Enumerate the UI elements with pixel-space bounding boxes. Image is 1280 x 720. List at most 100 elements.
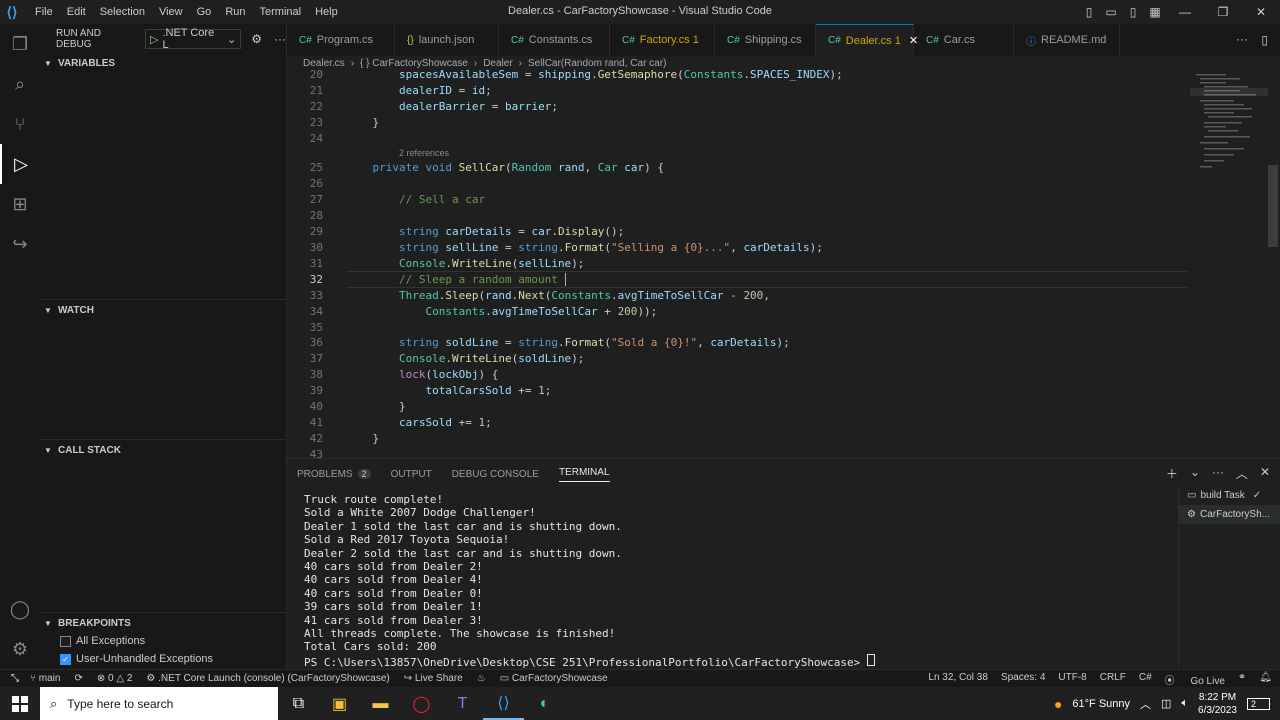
- more-actions-icon[interactable]: ···: [1236, 32, 1248, 46]
- search-icon[interactable]: ⌕: [0, 64, 40, 104]
- live-share-indicator[interactable]: ↪ Live Share: [404, 673, 463, 684]
- breadcrumb-namespace[interactable]: { } CarFactoryShowcase: [360, 58, 468, 69]
- chevron-up-icon[interactable]: ︿: [1140, 696, 1151, 712]
- manage-gear-icon[interactable]: ⚙: [0, 629, 40, 669]
- store-icon[interactable]: ▣: [319, 687, 360, 720]
- tab-debug-console[interactable]: DEBUG CONSOLE: [452, 469, 539, 480]
- code-editor[interactable]: 20 spacesAvailableSem = shipping.GetSema…: [287, 70, 1280, 458]
- network-icon[interactable]: ◫: [1161, 697, 1171, 710]
- tab-terminal[interactable]: TERMINAL: [558, 467, 610, 482]
- restore-button[interactable]: ❐: [1204, 5, 1242, 19]
- problems-indicator[interactable]: ⊗ 0 △ 2: [97, 673, 133, 684]
- menu-file[interactable]: File: [28, 6, 60, 18]
- customize-layout-icon[interactable]: ▦: [1144, 5, 1166, 19]
- vscode-taskbar-icon[interactable]: ⟨⟩: [483, 687, 524, 720]
- notification-center-icon[interactable]: 2: [1246, 697, 1270, 710]
- notifications-bell-icon[interactable]: 🔔︎: [1259, 672, 1272, 687]
- indentation[interactable]: Spaces: 4: [1001, 672, 1045, 687]
- menu-edit[interactable]: Edit: [60, 6, 93, 18]
- tab-launch-json[interactable]: {} launch.json: [395, 24, 499, 56]
- sync-icon[interactable]: ⟳: [74, 673, 82, 684]
- menu-selection[interactable]: Selection: [93, 6, 152, 18]
- breakpoint-all-exceptions[interactable]: All Exceptions: [40, 632, 286, 650]
- codelens-references[interactable]: 2 references: [399, 148, 449, 158]
- menu-bar: File Edit Selection View Go Run Terminal…: [28, 6, 345, 18]
- windows-start-button[interactable]: [0, 687, 40, 720]
- weather-text[interactable]: 61°F Sunny: [1072, 698, 1130, 710]
- new-terminal-plus-icon[interactable]: ＋: [1166, 465, 1178, 482]
- extensions-icon[interactable]: ⊞: [0, 184, 40, 224]
- branch-indicator[interactable]: ⑂ main: [30, 673, 60, 684]
- live-share-icon[interactable]: ↪: [0, 224, 40, 264]
- split-editor-icon[interactable]: ▯: [1261, 33, 1268, 47]
- volume-icon[interactable]: 🔈︎: [1181, 697, 1188, 710]
- flame-icon[interactable]: ♨: [477, 673, 486, 684]
- tab-problems[interactable]: PROBLEMS 2: [297, 469, 371, 480]
- remote-window-icon[interactable]: ⤡: [0, 670, 30, 687]
- watch-section-header[interactable]: ▼ WATCH: [40, 299, 286, 321]
- minimize-button[interactable]: —: [1166, 5, 1204, 19]
- maximize-panel-icon[interactable]: ︿: [1236, 465, 1248, 482]
- variables-section-header[interactable]: ▼ VARIABLES: [40, 52, 286, 74]
- taskbar-search[interactable]: ⌕ Type here to search: [40, 687, 278, 720]
- toggle-panel-icon[interactable]: ▭: [1100, 5, 1122, 19]
- tab-shipping-cs[interactable]: C# Shipping.cs: [715, 24, 816, 56]
- cursor-position[interactable]: Ln 32, Col 38: [928, 672, 988, 687]
- tab-factory-cs[interactable]: C# Factory.cs 1: [610, 24, 715, 56]
- tab-program-cs[interactable]: C# Program.cs: [287, 24, 395, 56]
- end-of-line[interactable]: CRLF: [1100, 672, 1126, 687]
- tab-output[interactable]: OUTPUT: [391, 469, 432, 480]
- checkbox-unchecked[interactable]: [60, 635, 71, 647]
- go-live-button[interactable]: ⦿ Go Live: [1165, 672, 1225, 687]
- launch-config-select[interactable]: ▷ .NET Core L ⌄: [144, 27, 242, 51]
- toggle-secondary-sidebar-icon[interactable]: ▯: [1122, 5, 1144, 19]
- tab-car-cs[interactable]: C# Car.cs: [914, 24, 1014, 56]
- menu-view[interactable]: View: [152, 6, 190, 18]
- breakpoints-section-header[interactable]: ▼ BREAKPOINTS: [40, 612, 286, 634]
- minimap[interactable]: [1190, 70, 1268, 180]
- task-view-icon[interactable]: ⧉: [278, 687, 319, 720]
- opera-icon[interactable]: ◯: [401, 687, 442, 720]
- accounts-icon[interactable]: ⚭: [1238, 672, 1246, 687]
- chevron-down-icon[interactable]: ⌄: [1190, 465, 1200, 482]
- language-mode[interactable]: C#: [1139, 672, 1152, 687]
- editor-scrollbar[interactable]: [1268, 165, 1278, 247]
- tab-readme-md[interactable]: ⓘ README.md: [1014, 24, 1120, 56]
- project-indicator[interactable]: ▭ CarFactoryShowcase: [500, 673, 608, 684]
- tab-constants-cs[interactable]: C# Constants.cs: [499, 24, 610, 56]
- menu-terminal[interactable]: Terminal: [253, 6, 309, 18]
- file-explorer-icon[interactable]: ▬: [360, 687, 401, 720]
- toggle-sidebar-icon[interactable]: ▯: [1078, 5, 1100, 19]
- menu-help[interactable]: Help: [308, 6, 345, 18]
- teams-icon[interactable]: T: [442, 687, 483, 720]
- run-debug-icon[interactable]: ▷: [0, 144, 40, 184]
- breakpoint-user-unhandled[interactable]: ✓ User-Unhandled Exceptions: [40, 650, 286, 668]
- explorer-icon[interactable]: ❐: [0, 24, 40, 64]
- tab-dealer-cs[interactable]: C# Dealer.cs 1 ✕: [816, 24, 918, 56]
- info-icon: ⓘ: [1026, 36, 1036, 48]
- launch-indicator[interactable]: ⚙ .NET Core Launch (console) (CarFactory…: [146, 673, 389, 684]
- terminal-item-carfactory[interactable]: ⚙ CarFactorySh...: [1179, 505, 1280, 524]
- edge-icon[interactable]: ◐: [524, 687, 565, 720]
- terminal-prompt[interactable]: PS C:\Users\13857\OneDrive\Desktop\CSE 2…: [304, 653, 875, 669]
- start-debugging-icon[interactable]: ▷: [150, 33, 158, 46]
- menu-go[interactable]: Go: [190, 6, 219, 18]
- source-control-icon[interactable]: ⑂: [0, 104, 40, 144]
- breadcrumb-file[interactable]: Dealer.cs: [303, 58, 345, 69]
- menu-run[interactable]: Run: [218, 6, 252, 18]
- windows-logo-icon: [12, 695, 28, 712]
- call-stack-section-header[interactable]: ▼ CALL STACK: [40, 439, 286, 461]
- encoding[interactable]: UTF-8: [1058, 672, 1086, 687]
- breadcrumb-method[interactable]: SellCar(Random rand, Car car): [528, 58, 666, 69]
- breadcrumb-class[interactable]: Dealer: [483, 58, 512, 69]
- close-panel-icon[interactable]: ✕: [1260, 465, 1270, 482]
- terminal-line: Truck route complete!: [304, 493, 444, 506]
- checkbox-checked[interactable]: ✓: [60, 653, 71, 665]
- open-launch-json-gear-icon[interactable]: ⚙: [251, 32, 262, 46]
- close-window-button[interactable]: ✕: [1242, 5, 1280, 19]
- more-actions-icon[interactable]: ···: [1212, 465, 1224, 482]
- terminal-item-build-task[interactable]: ▭ build Task ✓: [1179, 486, 1280, 505]
- more-actions-icon[interactable]: ···: [274, 32, 286, 46]
- clock[interactable]: 8:22 PM 6/3/2023: [1198, 691, 1237, 717]
- account-icon[interactable]: ◯: [0, 589, 40, 629]
